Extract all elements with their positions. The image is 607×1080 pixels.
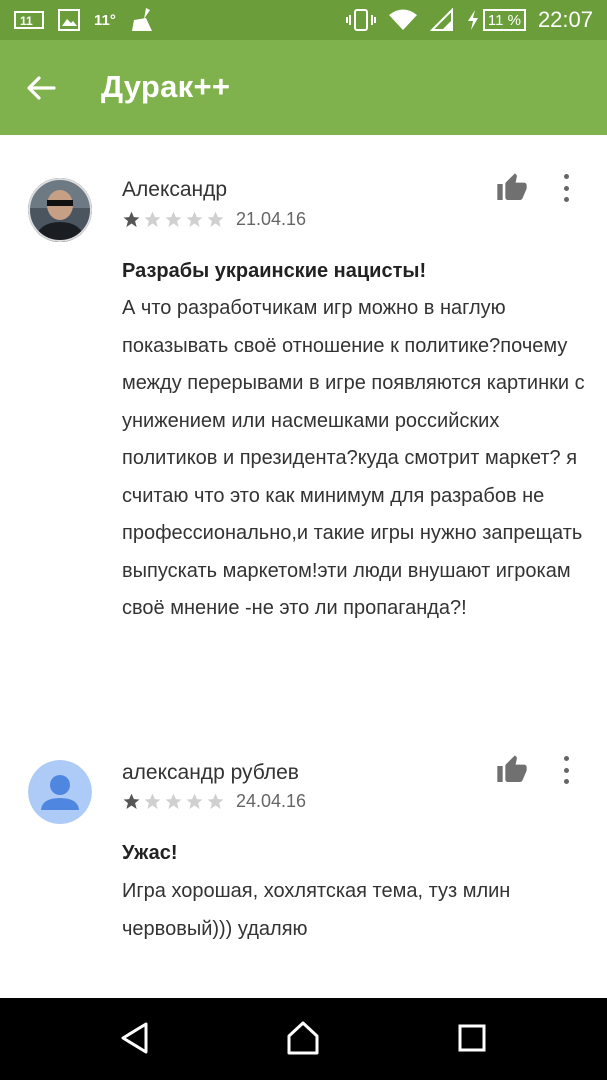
image-icon bbox=[58, 9, 80, 31]
status-left-icons: 11 11° bbox=[14, 0, 154, 40]
rating-stars bbox=[122, 210, 225, 229]
user-photo bbox=[28, 178, 92, 242]
star-filled-icon bbox=[123, 793, 140, 810]
star-empty-icon bbox=[186, 211, 203, 228]
avatar bbox=[28, 760, 92, 824]
page-title: Дурак++ bbox=[101, 69, 231, 104]
rating-stars bbox=[122, 792, 225, 811]
more-dot bbox=[563, 756, 569, 761]
nav-recents-icon bbox=[458, 1024, 486, 1052]
arrow-back-icon bbox=[27, 76, 56, 100]
cellular-signal-icon bbox=[429, 8, 453, 31]
star-empty-icon bbox=[144, 211, 161, 228]
review-body: Игра хорошая, хохлятская тема, туз млин … bbox=[122, 880, 511, 940]
review-title: Разрабы украинские нацисты! bbox=[122, 260, 427, 282]
star-empty-icon bbox=[165, 793, 182, 810]
star-filled-icon bbox=[123, 211, 140, 228]
navigation-bar bbox=[0, 998, 607, 1080]
wifi-icon bbox=[388, 9, 417, 30]
battery-icon: 11 % bbox=[482, 9, 526, 31]
more-options-button[interactable] bbox=[556, 172, 576, 204]
thumbs-up-icon bbox=[497, 173, 527, 200]
nav-back-icon bbox=[121, 1022, 148, 1054]
nav-back-button[interactable] bbox=[115, 1018, 155, 1058]
nav-recents-button[interactable] bbox=[452, 1018, 492, 1058]
helpful-button[interactable] bbox=[496, 172, 528, 204]
review-title: Ужас! bbox=[122, 842, 178, 864]
review-body: А что разработчикам игр можно в наглую п… bbox=[122, 297, 585, 619]
star-empty-icon bbox=[207, 793, 224, 810]
helpful-button[interactable] bbox=[496, 754, 528, 786]
more-dot bbox=[563, 197, 569, 202]
status-bar: 11 11° 11 % 22:07 bbox=[0, 0, 607, 40]
review-date: 24.04.16 bbox=[236, 791, 307, 811]
nav-home-button[interactable] bbox=[283, 1018, 323, 1058]
star-empty-icon bbox=[186, 793, 203, 810]
back-button[interactable] bbox=[20, 67, 62, 109]
more-options-button[interactable] bbox=[556, 754, 576, 786]
star-empty-icon bbox=[207, 211, 224, 228]
battery-percent: 11 % bbox=[487, 11, 521, 29]
review-date: 21.04.16 bbox=[236, 209, 307, 229]
cleaning-broom-icon bbox=[131, 8, 152, 31]
more-dot bbox=[563, 767, 569, 773]
thumbs-up-icon bbox=[497, 755, 527, 782]
review-author: александр рублев bbox=[122, 761, 299, 784]
more-dot bbox=[563, 174, 569, 179]
clock: 22:07 bbox=[537, 7, 593, 32]
sim-card-icon: 11 bbox=[14, 11, 44, 29]
charging-bolt-icon bbox=[467, 10, 478, 30]
more-dot bbox=[563, 779, 569, 784]
status-right-icons: 11 % 22:07 bbox=[345, 0, 593, 40]
star-empty-icon bbox=[144, 793, 161, 810]
notif-temperature: 11° bbox=[94, 11, 116, 29]
svg-text:11: 11 bbox=[20, 14, 33, 28]
nav-home-icon bbox=[287, 1021, 319, 1055]
avatar bbox=[28, 178, 92, 242]
vibrate-icon bbox=[345, 9, 376, 31]
battery: 11 % bbox=[466, 9, 526, 31]
star-empty-icon bbox=[165, 211, 182, 228]
default-avatar-icon bbox=[28, 760, 92, 824]
more-dot bbox=[563, 185, 569, 191]
review-author: Александр bbox=[122, 178, 228, 201]
app-bar: Дурак++ bbox=[0, 40, 607, 135]
